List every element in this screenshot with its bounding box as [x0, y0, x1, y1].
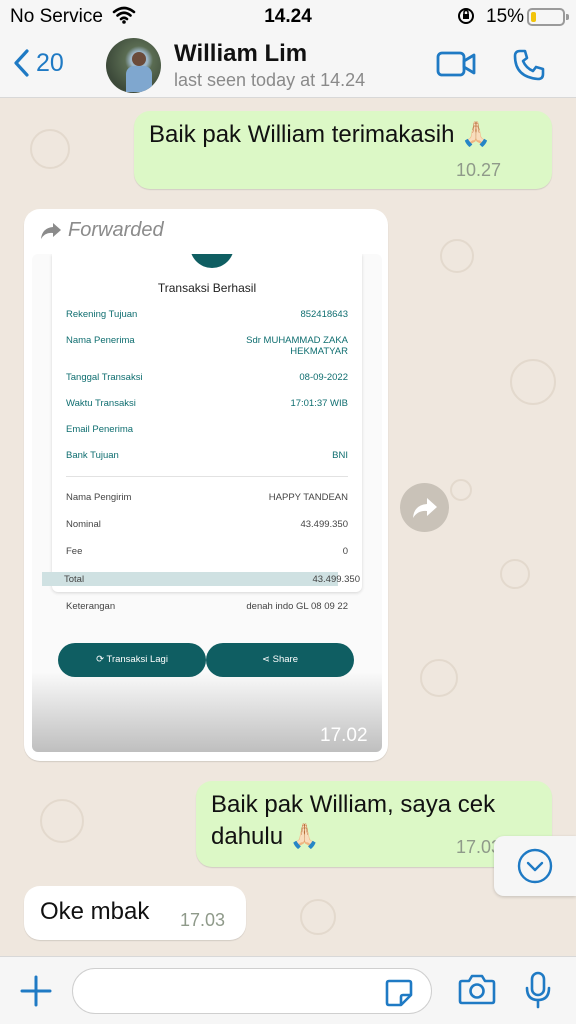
battery-icon [527, 8, 565, 26]
wallpaper-doodle [450, 479, 472, 501]
receipt-value: 0 [342, 546, 348, 557]
receipt-divider [66, 476, 348, 477]
wallpaper-doodle [500, 559, 530, 589]
message-text: Baik pak William terimakasih 🙏🏻 [149, 121, 491, 148]
attach-button[interactable] [18, 973, 54, 1014]
receipt-value: HAPPY TANDEAN [268, 492, 348, 503]
chevron-left-icon [14, 49, 29, 77]
receipt-label: Total [64, 574, 85, 585]
video-camera-icon [436, 51, 476, 77]
camera-button[interactable] [458, 973, 496, 1010]
receipt-label: Keterangan [66, 601, 116, 612]
receipt-label: Waktu Transaksi [66, 398, 136, 409]
wallpaper-doodle [300, 899, 336, 935]
back-button[interactable]: 20 [12, 48, 64, 78]
message-text: Oke mbak [40, 898, 150, 925]
status-bar: No Service 14.24 15% [0, 0, 576, 32]
avatar[interactable] [106, 38, 161, 93]
receipt-repeat-label: Transaksi Lagi [106, 654, 168, 665]
message-bubble-outgoing[interactable]: Baik pak William terimakasih 🙏🏻 10.27 [134, 111, 552, 189]
refresh-icon: ⟳ [96, 654, 107, 665]
message-time: 17.03 [180, 910, 226, 930]
receipt-total-highlight [42, 572, 338, 586]
chevron-down-icon [517, 848, 553, 884]
receipt-value: denah indo GL 08 09 22 [246, 601, 348, 612]
receipt-label: Nominal [66, 519, 101, 530]
forwarded-text: Forwarded [68, 219, 164, 241]
sticker-icon [385, 979, 413, 1007]
receipt-value: Sdr MUHAMMAD ZAKA HEKMATYAR [246, 335, 348, 357]
receipt-label: Nama Pengirim [66, 492, 132, 503]
receipt-label: Fee [66, 546, 83, 557]
battery-nub [566, 14, 569, 20]
microphone-icon [525, 971, 551, 1009]
wallpaper-doodle [510, 359, 556, 405]
receipt-value: 43.499.350 [300, 519, 348, 530]
wallpaper-doodle [40, 799, 84, 843]
chat-area[interactable]: Baik pak William terimakasih 🙏🏻 10.27 Fo… [0, 99, 576, 956]
receipt-label: Bank Tujuan [66, 450, 119, 461]
last-seen-status: last seen today at 14.24 [174, 70, 366, 90]
wallpaper-doodle [440, 239, 474, 273]
avatar-body [126, 66, 152, 92]
receipt-title: Transaksi Berhasil [157, 281, 257, 295]
avatar-head [132, 52, 146, 66]
receipt-value: BNI [332, 450, 348, 461]
message-time: 17.02 [320, 725, 368, 746]
camera-icon [458, 974, 496, 1005]
receipt-label: Email Penerima [66, 424, 134, 435]
scroll-to-bottom-button[interactable] [494, 836, 576, 896]
unread-count: 20 [36, 48, 64, 77]
message-bubble-incoming[interactable]: Oke mbak 17.03 [24, 886, 246, 940]
battery-percent: 15% [486, 6, 525, 27]
composer-bar [0, 956, 576, 1024]
forward-arrow-icon [412, 497, 437, 518]
forward-message-button[interactable] [400, 483, 449, 532]
message-time: 10.27 [456, 160, 502, 180]
video-call-button[interactable] [436, 50, 476, 83]
receipt-value: 17:01:37 WIB [290, 398, 348, 409]
receipt-card: Transaksi Berhasil Rekening Tujuan 852418… [52, 254, 362, 592]
receipt-value: 852418643 [300, 309, 348, 320]
plus-icon [20, 975, 52, 1007]
share-icon: ⋖ [262, 654, 273, 665]
receipt-share-label: Share [272, 654, 298, 665]
forwarded-label: Forwarded [40, 219, 164, 242]
receipt-label: Tanggal Transaksi [66, 372, 143, 383]
receipt-label: Nama Penerima [66, 335, 135, 346]
chat-header: 20 William Lim last seen today at 14.24 [0, 32, 576, 98]
voice-record-button[interactable] [524, 971, 552, 1014]
message-bubble-forwarded-image[interactable]: Forwarded Transaksi Berhasil Rekening Tu… [24, 209, 388, 761]
sticker-button[interactable] [384, 978, 414, 1013]
contact-name[interactable]: William Lim [174, 40, 307, 68]
receipt-value: 43.499.350 [312, 574, 360, 585]
receipt-image[interactable]: Transaksi Berhasil Rekening Tujuan 852418… [32, 254, 382, 752]
bank-logo [190, 254, 234, 268]
rotation-lock-icon [456, 6, 476, 32]
forward-arrow-icon [41, 222, 61, 239]
receipt-value: 08-09-2022 [299, 372, 348, 383]
wallpaper-doodle [30, 129, 70, 169]
voice-call-button[interactable] [512, 48, 546, 87]
message-input[interactable] [72, 968, 432, 1014]
phone-icon [513, 49, 545, 81]
receipt-label: Rekening Tujuan [66, 309, 138, 320]
wallpaper-doodle [420, 659, 458, 697]
battery-level-fill [531, 12, 536, 22]
